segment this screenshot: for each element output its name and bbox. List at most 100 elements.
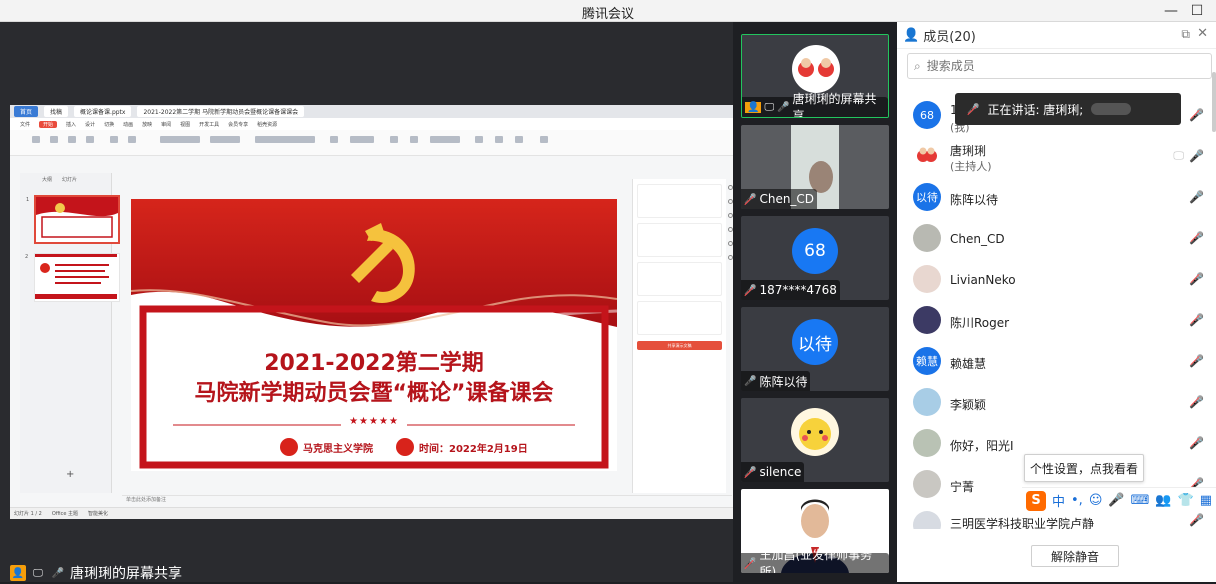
mic-muted-icon: 🎤 <box>744 284 757 296</box>
person-icon: 👤 <box>745 101 762 113</box>
member-row[interactable]: 赖慧 赖雄慧 🎤 <box>897 341 1216 381</box>
side-card[interactable] <box>637 301 722 335</box>
ribbon-icon[interactable] <box>86 136 94 143</box>
doc-menu-item[interactable]: 开始 <box>39 120 58 128</box>
ribbon-icon[interactable] <box>495 136 503 143</box>
mic-muted-icon[interactable]: 🎤 <box>1189 436 1204 450</box>
ribbon-icon[interactable] <box>110 136 118 143</box>
ribbon-icon[interactable] <box>32 136 40 143</box>
paragraph-tools[interactable] <box>255 136 315 143</box>
slide-thumbnail-1[interactable]: 1 <box>26 195 120 244</box>
video-tile[interactable]: 以待 🎤 陈阵以待 <box>741 307 889 391</box>
ribbon-icon[interactable] <box>515 136 523 143</box>
doc-tab[interactable]: 首页 <box>14 106 39 117</box>
mic-muted-icon[interactable]: 🎤 <box>1189 231 1204 245</box>
unmute-button[interactable]: 解除静音 <box>1031 545 1119 567</box>
beautify-button[interactable]: 智能美化 <box>88 510 108 517</box>
ribbon-icon[interactable] <box>68 136 76 143</box>
add-slide-icon[interactable]: + <box>66 469 74 480</box>
participant-avatar: 以待 <box>792 319 838 366</box>
mic-active-icon[interactable]: 🎤 <box>1189 149 1204 163</box>
doc-menu-item[interactable]: 开发工具 <box>199 121 219 128</box>
video-tile[interactable]: 👤 🖵 🎤 唐琍琍的屏幕共享 <box>741 34 889 118</box>
member-name: Chen_CD <box>950 232 1005 246</box>
outline-tab[interactable]: 大纲 <box>42 176 52 183</box>
ime-lang-toggle[interactable]: 中 <box>1052 491 1065 510</box>
ime-people-icon[interactable]: 👥 <box>1155 493 1171 508</box>
avatar-image <box>917 147 937 162</box>
minimize-button[interactable]: — <box>1160 1 1182 21</box>
member-row[interactable]: 李颖颖 🎤 <box>897 382 1216 422</box>
ribbon-icon[interactable] <box>330 136 338 143</box>
doc-tab[interactable]: 2021-2022第二学期 马院新学期动员会暨概论课备课课会 <box>137 106 305 117</box>
doc-menu-item[interactable]: 文件 <box>20 121 30 128</box>
slide-counter: 幻灯片 1 / 2 <box>14 511 42 517</box>
share-presentation-button[interactable]: 共享演示文稿 <box>637 341 722 350</box>
side-card[interactable] <box>637 262 722 296</box>
screen-share-icon: 🖵 <box>1173 149 1184 162</box>
font-select[interactable] <box>160 136 200 143</box>
search-input[interactable] <box>926 59 1177 73</box>
doc-menu-item[interactable]: 切换 <box>104 121 114 128</box>
doc-menu-item[interactable]: 视图 <box>180 121 190 128</box>
ribbon-icon[interactable] <box>430 136 460 143</box>
sogou-logo-icon[interactable]: S <box>1026 490 1046 511</box>
member-row[interactable]: Chen_CD 🎤 <box>897 218 1216 258</box>
doc-menu-item[interactable]: 稻壳资源 <box>257 121 277 128</box>
member-row[interactable]: LivianNeko 🎤 <box>897 259 1216 299</box>
ribbon-icon[interactable] <box>390 136 398 143</box>
slides-tab[interactable]: 幻灯片 <box>62 176 77 183</box>
members-scrollbar[interactable] <box>1212 72 1216 132</box>
doc-menu-item[interactable]: 动画 <box>123 121 133 128</box>
mic-muted-icon[interactable]: 🎤 <box>1189 108 1204 122</box>
side-card[interactable] <box>637 184 722 218</box>
doc-menu-item[interactable]: 插入 <box>66 121 76 128</box>
slide-thumbnails: 大纲 幻灯片 1 2 + <box>20 173 120 493</box>
notes-area[interactable]: 单击此处添加备注 <box>122 495 732 505</box>
maximize-button[interactable]: ☐ <box>1186 1 1208 21</box>
member-row[interactable]: 陈川Roger 🎤 <box>897 300 1216 340</box>
video-tile[interactable]: 🎤 王加昌(业发律师事务所) <box>741 489 889 573</box>
mic-muted-icon[interactable]: 🎤 <box>1189 272 1204 286</box>
doc-menubar: 文件 开始 插入 设计 切换 动画 放映 审阅 视图 开发工具 会员专享 稻壳资… <box>10 118 733 130</box>
doc-menu-item[interactable]: 会员专享 <box>228 121 248 128</box>
ribbon-icon[interactable] <box>50 136 58 143</box>
mic-icon[interactable]: 🎤 <box>1189 190 1204 204</box>
doc-menu-item[interactable]: 设计 <box>85 121 95 128</box>
ribbon-icon[interactable] <box>410 136 418 143</box>
ime-voice-icon[interactable]: 🎤 <box>1108 493 1124 508</box>
doc-tab[interactable]: 概论课备课.pptx <box>74 106 132 117</box>
video-tile[interactable]: 68 🎤 187****4768 <box>741 216 889 300</box>
ribbon-icon[interactable] <box>540 136 548 143</box>
side-card[interactable] <box>637 223 722 257</box>
video-tile-label: 🎤 Chen_CD <box>741 189 818 209</box>
video-tile[interactable]: 🎤 silence <box>741 398 889 482</box>
video-tile[interactable]: 🎤 Chen_CD <box>741 125 889 209</box>
ime-emoji-icon[interactable]: ☺ <box>1089 493 1103 508</box>
video-tile-label: 🎤 silence <box>741 462 805 482</box>
ribbon-icon[interactable] <box>475 136 483 143</box>
mic-muted-icon: 🎤 <box>744 193 757 205</box>
member-search[interactable]: ⌕ <box>907 53 1212 79</box>
ime-skin-icon[interactable]: 👕 <box>1178 493 1194 508</box>
mic-muted-icon[interactable]: 🎤 <box>1189 354 1204 368</box>
doc-menu-item[interactable]: 放映 <box>142 121 152 128</box>
close-icon[interactable]: ✕ <box>1197 26 1208 41</box>
avatar: 68 <box>913 101 941 129</box>
ime-grid-icon[interactable]: ▦ <box>1200 493 1212 508</box>
font-size-select[interactable] <box>210 136 240 143</box>
mic-muted-icon[interactable]: 🎤 <box>1189 313 1204 327</box>
ime-punct-icon[interactable]: •, <box>1071 493 1083 508</box>
doc-menu-item[interactable]: 审阅 <box>161 121 171 128</box>
ribbon-icon[interactable] <box>128 136 136 143</box>
popout-icon[interactable]: ⧉ <box>1181 27 1190 42</box>
mic-muted-icon[interactable]: 🎤 <box>1189 513 1204 527</box>
mic-muted-icon[interactable]: 🎤 <box>1189 395 1204 409</box>
ime-keyboard-icon[interactable]: ⌨ <box>1131 493 1150 508</box>
slide-thumbnail-2[interactable]: 2 <box>25 253 120 302</box>
ribbon-icon[interactable] <box>350 136 374 143</box>
member-row[interactable]: 唐琍琍 (主持人) 🖵 🎤 <box>897 136 1216 176</box>
doc-tab[interactable]: 找稿 <box>44 106 69 117</box>
member-row[interactable]: 以待 陈阵以待 🎤 <box>897 177 1216 217</box>
member-name: 陈阵以待 <box>950 193 999 207</box>
